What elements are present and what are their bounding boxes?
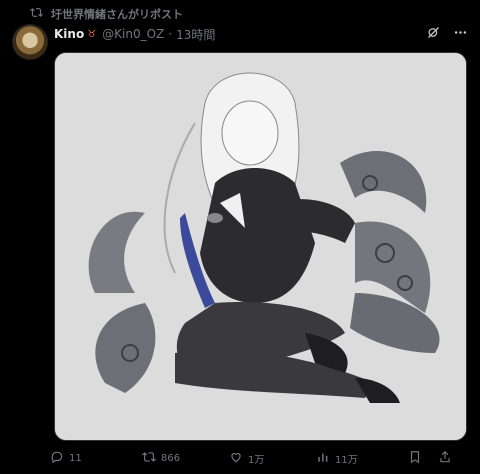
like-count: 1万 — [248, 454, 265, 466]
bookmark-button[interactable] — [408, 450, 426, 467]
repost-indicator[interactable]: 圩世界情緒さんがリポスト — [30, 6, 183, 22]
reply-count: 11 — [69, 452, 82, 464]
post-image[interactable] — [54, 52, 467, 441]
header-actions — [426, 25, 468, 43]
like-button[interactable]: 1万 — [229, 450, 316, 467]
separator-dot: · — [168, 27, 173, 41]
heart-icon — [229, 450, 243, 467]
author-handle[interactable]: @Kin0_OZ — [102, 27, 164, 41]
repost-button[interactable]: 866 — [142, 450, 229, 467]
repost-icon — [30, 6, 43, 22]
retweet-icon — [142, 450, 156, 467]
reply-icon — [50, 450, 64, 467]
post-time[interactable]: 13時間 — [176, 26, 215, 43]
views-count: 11万 — [335, 454, 358, 466]
reply-button[interactable]: 11 — [50, 450, 142, 467]
views-button[interactable]: 11万 — [316, 450, 408, 467]
illustration-graphic — [55, 53, 466, 440]
tweet-header: Kino ♉ @Kin0_OZ · 13時間 — [54, 25, 468, 43]
repost-text: 圩世界情緒さんがリポスト — [51, 8, 183, 21]
more-options-icon[interactable] — [453, 25, 468, 43]
author-badge-icon: ♉ — [87, 28, 97, 40]
grok-icon[interactable] — [426, 25, 441, 43]
author-name[interactable]: Kino — [54, 27, 84, 41]
share-icon — [438, 450, 452, 467]
bookmark-icon — [408, 450, 422, 467]
repost-count: 866 — [161, 452, 181, 464]
avatar[interactable] — [12, 24, 48, 60]
analytics-icon — [316, 450, 330, 467]
share-button[interactable] — [438, 450, 452, 467]
action-bar: 11 866 1万 11万 — [50, 449, 468, 467]
